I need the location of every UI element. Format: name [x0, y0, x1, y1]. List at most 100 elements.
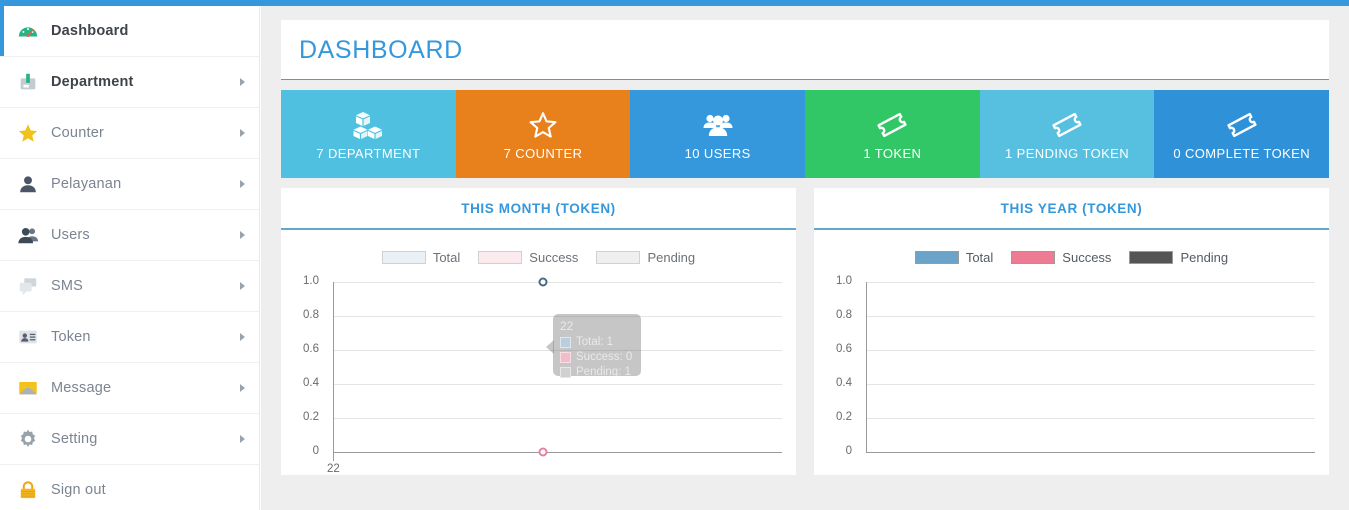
y-axis-tick: 0.8 [303, 309, 319, 321]
chevron-right-icon [240, 384, 245, 392]
sidebar-item-label: Users [51, 227, 90, 243]
stat-tiles: 7 DEPARTMENT 7 COUNTER 10 USERS 1 TOKEN 1… [281, 90, 1330, 178]
y-axis-tick: 1.0 [836, 275, 852, 287]
main-content: DASHBOARD 7 DEPARTMENT 7 COUNTER 10 USERS [261, 6, 1349, 510]
page-card: DASHBOARD [281, 20, 1329, 80]
sidebar-navigation: Dashboard Department Counter Pelayanan Us… [0, 6, 260, 510]
ticket-icon [1226, 108, 1258, 142]
sidebar-item-counter[interactable]: Counter [0, 108, 259, 159]
speedometer-icon [13, 16, 43, 46]
stat-tile-label: 7 DEPARTMENT [316, 145, 421, 161]
sidebar-item-users[interactable]: Users [0, 210, 259, 261]
data-point-success[interactable] [538, 447, 548, 457]
ticket-icon [876, 108, 908, 142]
chevron-right-icon [240, 180, 245, 188]
chevron-right-icon [240, 333, 245, 341]
dashboard-page: Dashboard Department Counter Pelayanan Us… [0, 0, 1349, 510]
y-axis-tick: 0 [312, 445, 319, 457]
tooltip-label: Success: 0 [576, 351, 633, 363]
chart-gridline [866, 316, 1315, 317]
stat-tile-label: 1 TOKEN [863, 145, 922, 161]
sidebar-item-label: SMS [51, 278, 84, 294]
chevron-right-icon [240, 435, 245, 443]
id-card-icon [13, 322, 43, 352]
chevron-right-icon [240, 282, 245, 290]
chart-title: THIS YEAR (TOKEN) [1000, 201, 1143, 216]
user-icon [13, 169, 43, 199]
sidebar-item-department[interactable]: Department [0, 57, 259, 108]
chart-gridline [866, 350, 1315, 351]
sidebar-item-label: Sign out [51, 482, 106, 498]
sidebar-item-label: Department [51, 74, 134, 90]
chart-title: THIS MONTH (TOKEN) [461, 201, 616, 216]
chart-axes: 1.0 0.8 0.6 0.4 0.2 0 22 [281, 230, 796, 475]
y-axis-line [333, 282, 334, 452]
tooltip-title: 22 [560, 319, 574, 333]
chart-panel-this-month: THIS MONTH (TOKEN) Total Success Pending… [281, 188, 796, 475]
stat-tile-label: 1 PENDING TOKEN [1005, 145, 1130, 161]
sidebar-item-token[interactable]: Token [0, 312, 259, 363]
sidebar-item-setting[interactable]: Setting [0, 414, 259, 465]
stat-tile-1-token[interactable]: 1 TOKEN [805, 90, 980, 178]
chart-plot-area: Total Success Pending 1.0 0.8 0.6 0.4 0.2 0 22… [281, 230, 796, 475]
x-axis-line [866, 452, 1315, 453]
sidebar-item-label: Setting [51, 431, 98, 447]
sidebar-item-sign-out[interactable]: Sign out [0, 465, 259, 510]
y-axis-tick: 0.4 [836, 377, 852, 389]
chart-tooltip: 22 Total: 1 Success: 0 Pending: 1 [546, 314, 641, 378]
sidebar-item-dashboard[interactable]: Dashboard [0, 6, 259, 57]
sidebar-item-sms[interactable]: SMS [0, 261, 259, 312]
tooltip-row: Success: 0 [560, 350, 634, 365]
stat-tile-label: 7 COUNTER [503, 145, 583, 161]
department-icon [13, 67, 43, 97]
y-axis-tick: 0.6 [836, 343, 852, 355]
chart-plot-area: Total Success Pending 1.0 0.8 0.6 0.4 0.2 0 [814, 230, 1329, 470]
sidebar-item-message[interactable]: Message [0, 363, 259, 414]
tooltip-swatch [560, 367, 571, 378]
y-axis-tick: 0.4 [303, 377, 319, 389]
tooltip-label: Pending: 1 [576, 366, 631, 378]
boxes-icon [352, 108, 384, 142]
x-axis-tick: 22 [327, 463, 340, 475]
sidebar-item-label: Dashboard [51, 23, 129, 39]
chevron-right-icon [240, 231, 245, 239]
chart-panel-header: THIS YEAR (TOKEN) [814, 188, 1329, 230]
chart-gridline [333, 282, 782, 283]
stat-tile-label: 0 COMPLETE TOKEN [1173, 145, 1311, 161]
y-axis-line [866, 282, 867, 452]
envelope-icon [13, 373, 43, 403]
x-axis-tick-mark [333, 452, 334, 461]
stat-tile-1-pending-token[interactable]: 1 PENDING TOKEN [979, 90, 1155, 178]
ticket-icon [1051, 108, 1083, 142]
users-icon [13, 220, 43, 250]
page-header: DASHBOARD [281, 20, 1329, 80]
y-axis-tick: 0 [845, 445, 852, 457]
sidebar-item-label: Counter [51, 125, 104, 141]
sidebar-item-label: Pelayanan [51, 176, 122, 192]
chat-icon [13, 271, 43, 301]
y-axis-tick: 0.8 [836, 309, 852, 321]
sidebar-item-pelayanan[interactable]: Pelayanan [0, 159, 259, 210]
chart-gridline [333, 384, 782, 385]
chart-panels: THIS MONTH (TOKEN) Total Success Pending… [281, 188, 1329, 475]
stat-tile-0-complete-token[interactable]: 0 COMPLETE TOKEN [1154, 90, 1330, 178]
y-axis-tick: 0.2 [303, 411, 319, 423]
stat-tile-7-counter[interactable]: 7 COUNTER [455, 90, 631, 178]
tooltip-swatch [560, 352, 571, 363]
chart-gridline [866, 418, 1315, 419]
chevron-right-icon [240, 129, 245, 137]
users-icon [702, 108, 734, 142]
stat-tile-7-department[interactable]: 7 DEPARTMENT [281, 90, 456, 178]
star-icon [528, 108, 558, 142]
chart-panel-header: THIS MONTH (TOKEN) [281, 188, 796, 230]
x-axis-line [333, 452, 782, 453]
tooltip-label: Total: 1 [576, 336, 614, 348]
chart-gridline [866, 384, 1315, 385]
lock-icon [13, 475, 43, 505]
chart-axes: 1.0 0.8 0.6 0.4 0.2 0 [814, 230, 1329, 470]
tooltip-row: Pending: 1 [560, 365, 634, 380]
stat-tile-label: 10 USERS [684, 145, 751, 161]
sidebar-item-label: Token [51, 329, 91, 345]
data-point-total[interactable] [538, 277, 548, 287]
stat-tile-10-users[interactable]: 10 USERS [630, 90, 806, 178]
